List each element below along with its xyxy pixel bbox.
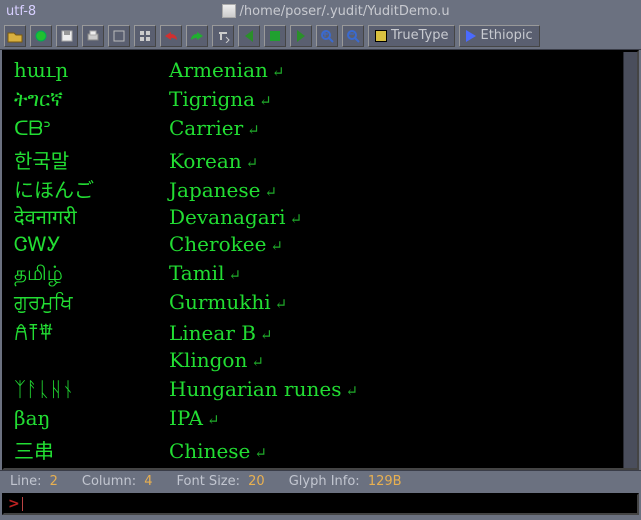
script-name: Devanagari <box>169 205 286 229</box>
text-row: 한국말Korean <box>14 145 627 174</box>
status-font-size: Font Size: 20 <box>177 474 265 489</box>
native-text: 三串 <box>14 435 169 464</box>
toolbar: TrueType Ethiopic <box>0 22 641 50</box>
script-name: Carrier <box>169 116 243 140</box>
file-path: /home/poser/.yudit/YuditDemo.u <box>240 4 450 19</box>
glyph-info-value: 129B <box>368 474 402 489</box>
native-text: 한국말 <box>14 145 169 174</box>
titlebar: utf-8 /home/poser/.yudit/YuditDemo.u <box>0 0 641 22</box>
newline-icon <box>290 210 303 228</box>
script-name: Linear B <box>169 321 256 345</box>
encoding-label: utf-8 <box>6 4 36 19</box>
script-name: Gurmukhi <box>169 290 271 314</box>
text-row: ትግርኛTigrigna <box>14 87 627 116</box>
text-row: にほんごJapanese <box>14 174 627 203</box>
status-column: Column: 4 <box>82 474 153 489</box>
text-row: βaŋIPA <box>14 406 627 435</box>
script-name: Klingon <box>169 348 247 372</box>
script-name: Cherokee <box>169 232 266 256</box>
native-text: 𐀁𐀵𐁆 <box>14 319 169 346</box>
layout-button[interactable] <box>134 25 156 47</box>
find-button[interactable] <box>108 25 130 47</box>
font-renderer-icon <box>375 30 387 42</box>
script-name: IPA <box>169 406 203 430</box>
text-row: Klingon <box>14 348 627 377</box>
newline-icon <box>246 154 259 172</box>
native-text: հաւր <box>14 58 169 82</box>
newline-icon <box>247 121 260 139</box>
direction-button[interactable] <box>212 25 234 47</box>
font-size-value: 20 <box>248 474 265 489</box>
native-text: ትግርኛ <box>14 87 169 111</box>
text-row: ᑕᗷᐣCarrier <box>14 116 627 145</box>
native-text: ᑕᗷᐣ <box>14 116 169 140</box>
status-bar: Line: 2 Column: 4 Font Size: 20 Glyph In… <box>0 470 641 492</box>
native-text: ਗੁਰਮੁਖਿ <box>14 290 169 314</box>
text-row: 𐀁𐀵𐁆Linear B <box>14 319 627 348</box>
next-button[interactable] <box>290 25 312 47</box>
zoom-in-button[interactable] <box>316 25 338 47</box>
newline-icon <box>207 411 220 429</box>
newline-icon <box>270 237 283 255</box>
text-row: ਗੁਰਮੁਖਿGurmukhi <box>14 290 627 319</box>
redo-button[interactable] <box>186 25 208 47</box>
print-button[interactable] <box>82 25 104 47</box>
glyph-info-label: Glyph Info: <box>289 474 360 489</box>
vertical-scrollbar[interactable] <box>623 52 637 468</box>
font-size-label: Font Size: <box>177 474 241 489</box>
line-value: 2 <box>50 474 58 489</box>
newline-icon <box>345 382 358 400</box>
newline-icon <box>228 266 241 284</box>
open-button[interactable] <box>4 25 26 47</box>
font-renderer-label: TrueType <box>391 28 448 43</box>
status-line: Line: 2 <box>10 474 58 489</box>
script-label: Ethiopic <box>480 28 532 43</box>
font-renderer-select[interactable]: TrueType <box>368 25 455 47</box>
text-row: ᛉᚨᚳᚺᚾHungarian runes <box>14 377 627 406</box>
newline-icon <box>260 326 273 344</box>
native-text: ᏣᎳᎩ <box>14 232 169 256</box>
record-button[interactable] <box>30 25 52 47</box>
script-name: Japanese <box>169 178 260 202</box>
native-text: βaŋ <box>14 406 169 430</box>
text-row: தமிழ்Tamil <box>14 261 627 290</box>
save-button[interactable] <box>56 25 78 47</box>
native-text: தமிழ் <box>14 261 169 288</box>
text-row: देवनागरीDevanagari <box>14 203 627 232</box>
column-label: Column: <box>82 474 136 489</box>
command-prompt: > <box>8 496 20 512</box>
prev-button[interactable] <box>238 25 260 47</box>
native-text: にほんご <box>14 174 169 203</box>
stop-button[interactable] <box>264 25 286 47</box>
text-row: 三串Chinese <box>14 435 627 464</box>
newline-icon <box>254 444 267 462</box>
undo-button[interactable] <box>160 25 182 47</box>
script-name: Chinese <box>169 439 250 463</box>
newline-icon <box>272 63 285 81</box>
command-line[interactable]: > <box>2 493 639 515</box>
newline-icon <box>264 183 277 201</box>
native-text: देवनागरी <box>14 203 169 230</box>
script-name: Korean <box>169 149 242 173</box>
line-label: Line: <box>10 474 41 489</box>
script-name: Tamil <box>169 261 224 285</box>
newline-icon <box>251 353 264 371</box>
newline-icon <box>259 92 272 110</box>
native-text: ᛉᚨᚳᚺᚾ <box>14 377 169 401</box>
zoom-out-button[interactable] <box>342 25 364 47</box>
script-select[interactable]: Ethiopic <box>459 25 539 47</box>
play-icon <box>466 30 476 42</box>
text-row: հաւրArmenian <box>14 58 627 87</box>
caret-icon <box>22 497 23 511</box>
newline-icon <box>275 295 288 313</box>
column-value: 4 <box>144 474 152 489</box>
script-name: Armenian <box>169 58 268 82</box>
text-row: ᏣᎳᎩCherokee <box>14 232 627 261</box>
status-glyph-info: Glyph Info: 129B <box>289 474 402 489</box>
editor-area[interactable]: հաւրArmenian ትግርኛTigrigna ᑕᗷᐣCarrier 한국말… <box>2 50 639 470</box>
document-icon <box>222 4 236 18</box>
file-path-group: /home/poser/.yudit/YuditDemo.u <box>36 4 635 19</box>
script-name: Tigrigna <box>169 87 255 111</box>
script-name: Hungarian runes <box>169 377 341 401</box>
